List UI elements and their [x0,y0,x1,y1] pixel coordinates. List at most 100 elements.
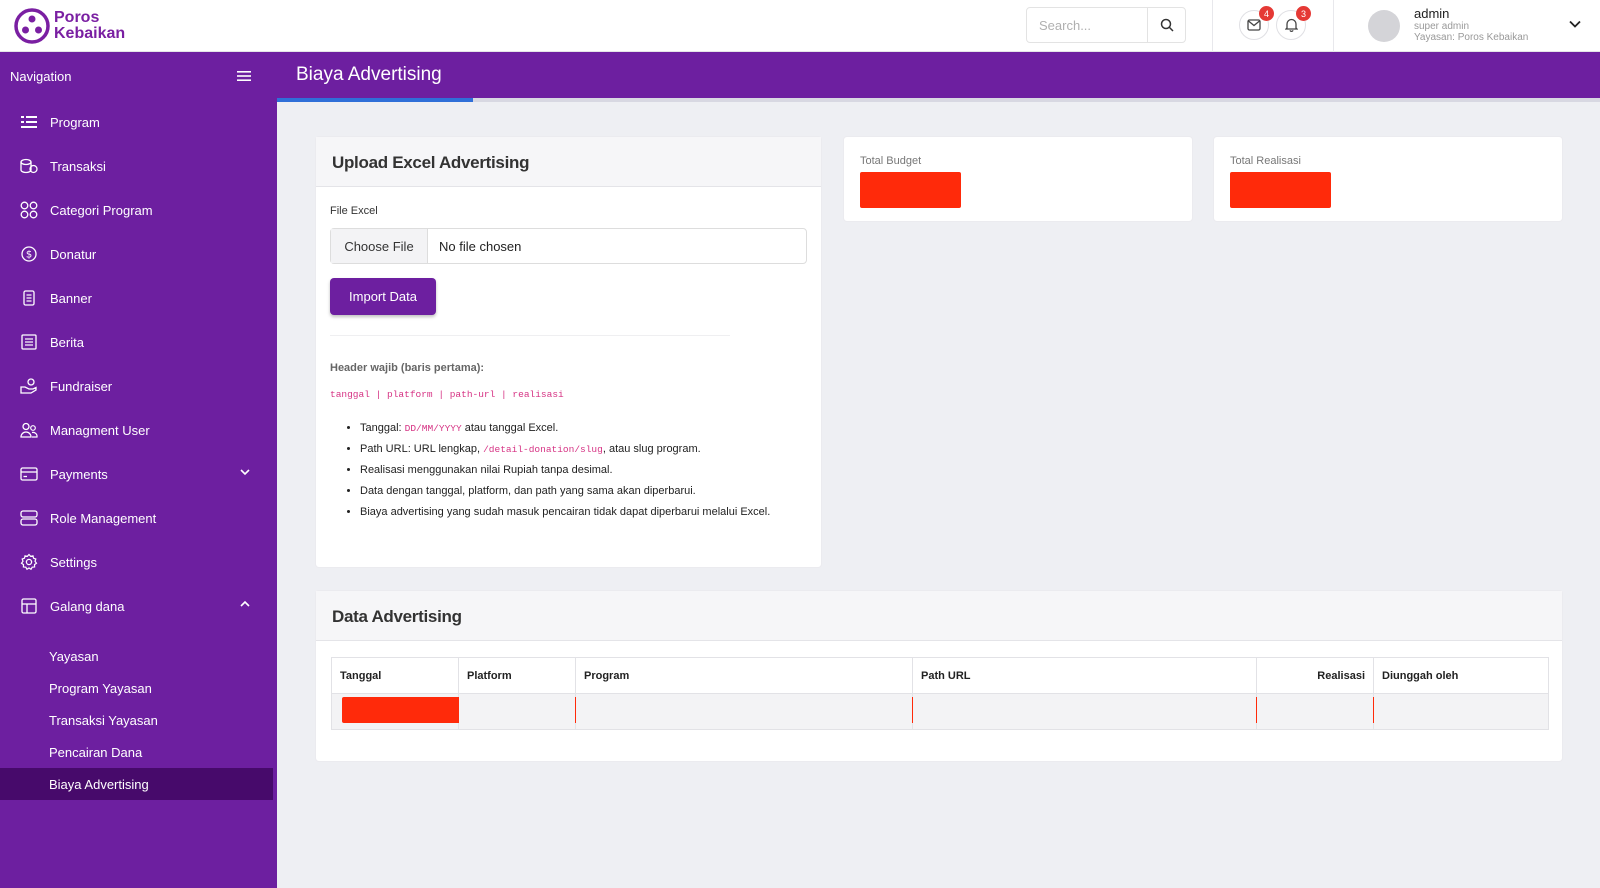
header-divider [1333,0,1334,52]
column-header[interactable]: Diunggah oleh [1373,657,1549,694]
search-button[interactable] [1147,8,1185,42]
gear-icon [20,553,38,571]
bell-icon [1284,18,1298,32]
table-cell [1256,693,1374,730]
data-advertising-title: Data Advertising [316,591,1562,641]
grid-icon [20,201,38,219]
file-excel-label: File Excel [330,205,378,217]
sidebar-item-label: Transaksi [50,158,106,174]
sidebar-item-donatur[interactable]: $ Donatur [0,232,277,276]
upload-notes-list: Tanggal: DD/MM/YYYY atau tanggal Excel. … [330,418,807,523]
sidebar-subitem-program-yayasan[interactable]: Program Yayasan [0,672,277,704]
sidebar-item-berita[interactable]: Berita [0,320,277,364]
top-header: Poros Kebaikan 4 3 admin super admin Yay… [0,0,1600,52]
table-row [331,693,1549,730]
header-divider [1212,0,1213,52]
list-item: Path URL: URL lengkap, /detail-donation/… [360,439,807,460]
page-progress-bar [277,98,1600,102]
sidebar-item-label: Settings [50,554,97,570]
redacted-value [1230,172,1331,208]
user-info[interactable]: admin super admin Yayasan: Poros Kebaika… [1414,6,1528,44]
sidebar-item-label: Program [50,114,100,130]
menu-toggle-icon[interactable] [237,70,251,82]
table-cell [458,693,576,730]
table-cell [331,693,1420,730]
user-role: super admin [1414,21,1470,32]
svg-text:$: $ [26,250,32,261]
page-title: Biaya Advertising [296,64,442,85]
file-chosen-text: No file chosen [439,238,522,254]
sidebar-item-label: Donatur [50,246,97,262]
total-realisasi-card: Total Realisasi [1213,136,1563,222]
messages-button[interactable]: 4 [1239,6,1274,40]
sidebar-item-role-management[interactable]: Role Management [0,496,277,540]
sidebar-item-label: Fundraiser [50,378,113,394]
sidebar: Navigation Program Transaksi Categori Pr… [0,52,277,888]
column-header[interactable]: Realisasi [1256,657,1374,694]
table-header-row: Tanggal Platform Program Path URL Realis… [331,657,1549,694]
card-icon [20,467,38,481]
document-icon [23,290,35,306]
sidebar-subitem-transaksi-yayasan[interactable]: Transaksi Yayasan [0,704,277,736]
sidebar-item-program[interactable]: Program [0,100,277,144]
column-header[interactable]: Program [575,657,913,694]
notifications-button[interactable]: 3 [1276,6,1311,40]
upload-card: Upload Excel Advertising File Excel Choo… [315,136,822,568]
sidebar-subitem-biaya-advertising[interactable]: Biaya Advertising [0,768,273,800]
sidebar-subitem-pencairan-dana[interactable]: Pencairan Dana [0,736,277,768]
list-item: Realisasi menggunakan nilai Rupiah tanpa… [360,460,807,481]
file-input[interactable]: Choose File No file chosen [330,228,807,264]
chevron-down-icon[interactable] [239,466,251,478]
column-header[interactable]: Platform [458,657,576,694]
sidebar-item-fundraiser[interactable]: Fundraiser [0,364,277,408]
sidebar-item-settings[interactable]: Settings [0,540,277,584]
chevron-up-icon[interactable] [239,598,251,610]
search-icon [1160,18,1174,32]
sidebar-item-galang-dana[interactable]: Galang dana [0,584,277,628]
sidebar-item-payments[interactable]: Payments [0,452,277,496]
sidebar-item-banner[interactable]: Banner [0,276,277,320]
server-icon [20,510,38,526]
sidebar-item-managment-user[interactable]: Managment User [0,408,277,452]
user-name: admin [1414,6,1450,21]
choose-file-button[interactable]: Choose File [331,229,428,263]
page-header: Biaya Advertising [277,52,1600,98]
list-item: Data dengan tanggal, platform, dan path … [360,481,807,502]
dollar-circle-icon: $ [21,246,37,262]
news-icon [21,334,37,350]
column-header[interactable]: Path URL [912,657,1257,694]
redacted-value [860,172,961,208]
header-format-code: tanggal | platform | path-url | realisas… [330,389,564,400]
sidebar-item-label: Payments [50,466,108,482]
sidebar-item-categori-program[interactable]: Categori Program [0,188,277,232]
layout-icon [21,598,37,614]
brand-logo[interactable]: Poros Kebaikan [14,8,125,44]
sidebar-item-transaksi[interactable]: Transaksi [0,144,277,188]
import-data-button[interactable]: Import Data [330,278,436,315]
search-input[interactable] [1027,8,1147,42]
total-budget-card: Total Budget [843,136,1193,222]
page-progress-fill [277,98,473,102]
logo-icon [14,8,50,44]
sidebar-subitem-yayasan[interactable]: Yayasan [0,640,277,672]
total-budget-label: Total Budget [860,155,922,167]
mail-badge: 4 [1259,6,1274,21]
column-header[interactable]: Tanggal [331,657,459,694]
list-item: Tanggal: DD/MM/YYYY atau tanggal Excel. [360,418,807,439]
brand-line-1: Poros [54,9,100,26]
upload-card-title: Upload Excel Advertising [316,137,821,187]
sidebar-item-label: Role Management [50,510,157,526]
bell-badge: 3 [1296,6,1311,21]
chevron-down-icon[interactable] [1568,17,1582,31]
table-cell [575,693,913,730]
sidebar-header: Navigation [0,52,277,100]
table-cell [912,693,1257,730]
table-cell [1373,693,1549,730]
avatar[interactable] [1368,10,1400,42]
sidebar-heading: Navigation [10,68,72,84]
sidebar-item-label: Berita [50,334,84,350]
list-item: Biaya advertising yang sudah masuk penca… [360,502,807,523]
brand-line-2: Kebaikan [54,25,126,42]
hand-coin-icon [20,378,37,394]
coins-icon [20,158,38,174]
